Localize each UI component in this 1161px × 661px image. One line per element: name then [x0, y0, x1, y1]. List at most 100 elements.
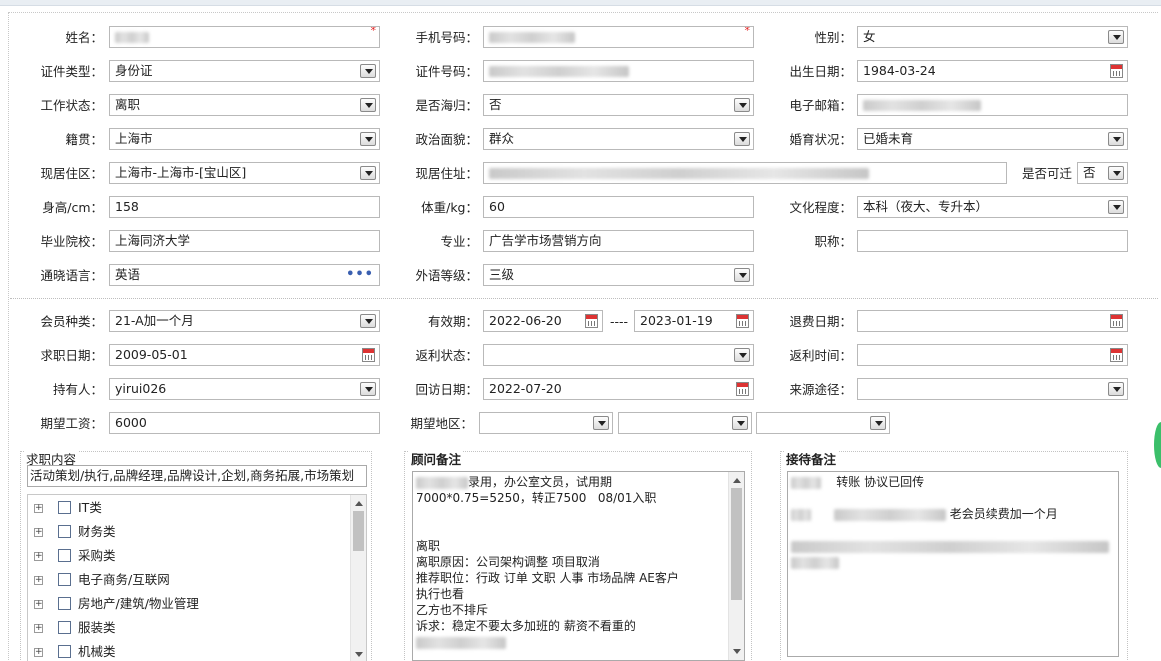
- rebate-status-select[interactable]: [483, 344, 754, 366]
- chevron-down-icon[interactable]: [360, 132, 376, 146]
- language-field[interactable]: 英语 •••: [109, 264, 380, 286]
- chevron-down-icon[interactable]: [734, 132, 750, 146]
- region-city-select[interactable]: [618, 412, 752, 434]
- scroll-up-icon[interactable]: [355, 501, 363, 506]
- chevron-down-icon[interactable]: [1108, 30, 1124, 44]
- scroll-thumb[interactable]: [353, 511, 364, 551]
- checkbox[interactable]: [58, 525, 71, 538]
- expand-icon[interactable]: +: [34, 600, 43, 609]
- tree-item-purchasing[interactable]: + 采购类: [34, 544, 334, 568]
- region-district-select[interactable]: [756, 412, 890, 434]
- visit-date-field[interactable]: 2022-07-20: [483, 378, 754, 400]
- tree-item-real-estate[interactable]: + 房地产/建筑/物业管理: [34, 592, 334, 616]
- address-field[interactable]: [483, 162, 1007, 184]
- residence-area-select[interactable]: 上海市-上海市-[宝山区]: [109, 162, 380, 184]
- chevron-down-icon[interactable]: [1108, 166, 1124, 180]
- notes-scrollbar[interactable]: [728, 472, 744, 660]
- marital-select[interactable]: 已婚未育: [857, 128, 1128, 150]
- rebate-time-field[interactable]: [857, 344, 1128, 366]
- chevron-down-icon[interactable]: [734, 98, 750, 112]
- tree-item-finance[interactable]: + 财务类: [34, 520, 334, 544]
- name-field[interactable]: *: [109, 26, 380, 48]
- education-select[interactable]: 本科（夜大、专升本）: [857, 196, 1128, 218]
- member-type-select[interactable]: 21-A加一个月: [109, 310, 380, 332]
- political-select[interactable]: 群众: [483, 128, 754, 150]
- chevron-down-icon[interactable]: [360, 64, 376, 78]
- valid-end-field[interactable]: 2023-01-19: [634, 310, 754, 332]
- refund-date-field[interactable]: [857, 310, 1128, 332]
- checkbox[interactable]: [58, 573, 71, 586]
- job-date-field[interactable]: 2009-05-01: [109, 344, 380, 366]
- checkbox[interactable]: [58, 549, 71, 562]
- birth-date-field[interactable]: 1984-03-24: [857, 60, 1128, 82]
- valid-start-field[interactable]: 2022-06-20: [483, 310, 603, 332]
- foreign-level-select[interactable]: 三级: [483, 264, 754, 286]
- relocate-select[interactable]: 否: [1077, 162, 1128, 184]
- redacted-phone: [489, 32, 575, 43]
- title-field[interactable]: [857, 230, 1128, 252]
- chevron-down-icon[interactable]: [360, 98, 376, 112]
- tree-item-it[interactable]: + IT类: [34, 496, 334, 520]
- redacted-id-number: [489, 66, 629, 77]
- calendar-icon[interactable]: [736, 314, 749, 328]
- calendar-icon[interactable]: [1110, 314, 1123, 328]
- expand-icon[interactable]: +: [34, 624, 43, 633]
- height-field[interactable]: 158: [109, 196, 380, 218]
- checkbox[interactable]: [58, 597, 71, 610]
- scroll-up-icon[interactable]: [733, 478, 741, 483]
- id-type-select[interactable]: 身份证: [109, 60, 380, 82]
- expand-icon[interactable]: +: [34, 528, 43, 537]
- chevron-down-icon[interactable]: [734, 268, 750, 282]
- floating-widget[interactable]: [1154, 422, 1161, 468]
- scroll-down-icon[interactable]: [355, 652, 363, 657]
- returnee-select[interactable]: 否: [483, 94, 754, 116]
- work-status-select[interactable]: 离职: [109, 94, 380, 116]
- calendar-icon[interactable]: [362, 348, 375, 362]
- chevron-down-icon[interactable]: [360, 166, 376, 180]
- checkbox[interactable]: [58, 501, 71, 514]
- expand-icon[interactable]: +: [34, 648, 43, 657]
- calendar-icon[interactable]: [1110, 348, 1123, 362]
- checkbox[interactable]: [58, 645, 71, 658]
- calendar-icon[interactable]: [585, 314, 598, 328]
- tree-item-ecommerce[interactable]: + 电子商务/互联网: [34, 568, 334, 592]
- school-field[interactable]: 上海同济大学: [109, 230, 380, 252]
- salary-field[interactable]: 6000: [109, 412, 380, 434]
- chevron-down-icon[interactable]: [870, 416, 886, 430]
- job-content-summary[interactable]: 活动策划/执行,品牌经理,品牌设计,企划,商务拓展,市场策划: [27, 465, 367, 487]
- weight-field[interactable]: 60: [483, 196, 754, 218]
- more-icon[interactable]: •••: [346, 268, 374, 281]
- tree-item-apparel[interactable]: + 服装类: [34, 616, 334, 640]
- chevron-down-icon[interactable]: [734, 348, 750, 362]
- advisor-notes-textarea[interactable]: 录用，办公室文员，试用期 7000*0.75=5250，转正7500 08/01…: [412, 471, 745, 661]
- region-province-select[interactable]: [479, 412, 613, 434]
- expand-icon[interactable]: +: [34, 576, 43, 585]
- tree-scrollbar[interactable]: [350, 495, 366, 661]
- expand-icon[interactable]: +: [34, 552, 43, 561]
- gender-select[interactable]: 女: [857, 26, 1128, 48]
- email-field[interactable]: [857, 94, 1128, 116]
- checkbox[interactable]: [58, 621, 71, 634]
- source-select[interactable]: [857, 378, 1128, 400]
- scroll-down-icon[interactable]: [733, 649, 741, 654]
- chevron-down-icon[interactable]: [360, 382, 376, 396]
- row-name-phone-gender: 姓名： * 手机号码： * 性别： 女: [0, 26, 1161, 50]
- native-place-select[interactable]: 上海市: [109, 128, 380, 150]
- chevron-down-icon[interactable]: [593, 416, 609, 430]
- chevron-down-icon[interactable]: [1108, 382, 1124, 396]
- reception-notes-textarea[interactable]: 转账 协议已回传 老会员续费加一个月: [787, 471, 1119, 657]
- tree-item-machinery[interactable]: + 机械类: [34, 640, 334, 661]
- chevron-down-icon[interactable]: [360, 314, 376, 328]
- chevron-down-icon[interactable]: [1108, 132, 1124, 146]
- chevron-down-icon[interactable]: [1108, 200, 1124, 214]
- expand-icon[interactable]: +: [34, 504, 43, 513]
- id-number-field[interactable]: [483, 60, 754, 82]
- calendar-icon[interactable]: [1110, 64, 1123, 78]
- scroll-thumb[interactable]: [731, 488, 742, 600]
- major-field[interactable]: 广告学市场营销方向: [483, 230, 754, 252]
- phone-field[interactable]: *: [483, 26, 754, 48]
- chevron-down-icon[interactable]: [732, 416, 748, 430]
- job-category-tree[interactable]: + IT类 + 财务类 + 采购类 + 电子商务/互联网 + 房地产/建筑/物业管理 + 服…: [27, 494, 367, 661]
- holder-select[interactable]: yirui026: [109, 378, 380, 400]
- calendar-icon[interactable]: [736, 382, 749, 396]
